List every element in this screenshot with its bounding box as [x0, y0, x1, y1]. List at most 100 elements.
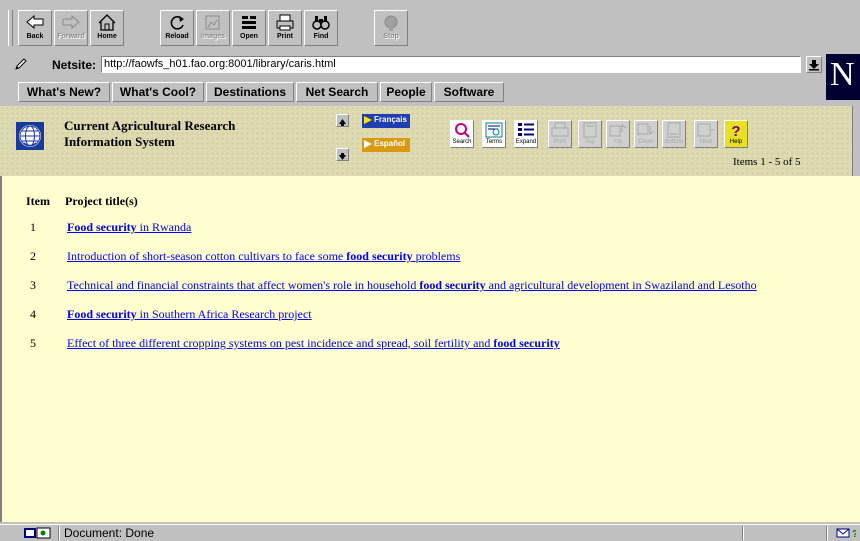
result-item-number: 4	[30, 307, 36, 321]
svg-text:?: ?	[852, 529, 856, 539]
images-label: Images	[200, 33, 226, 40]
forward-arrow-icon	[62, 14, 80, 30]
netscape-logo[interactable]: N	[826, 54, 860, 100]
location-bar: Netsite: http://faowfs_h01.fao.org:8001/…	[0, 54, 860, 76]
down-tool-label: Down	[638, 139, 654, 145]
next-tool-label: Next	[699, 139, 713, 145]
espanol-button[interactable]: Español	[362, 138, 410, 152]
svg-text:?: ?	[731, 123, 740, 138]
header-scrollbar[interactable]	[852, 106, 860, 176]
print-button[interactable]: Print	[268, 10, 302, 46]
url-input[interactable]: http://faowfs_h01.fao.org:8001/library/c…	[101, 56, 801, 73]
bookmark-pencil-icon[interactable]	[14, 57, 28, 71]
toolbar-grip[interactable]	[8, 10, 13, 46]
expand-tool-label: Expand	[515, 139, 537, 145]
print-tool-button[interactable]: Print	[548, 120, 572, 148]
highlighted-search-term: security	[371, 249, 413, 263]
result-title-link[interactable]: Effect of three different cropping syste…	[67, 336, 560, 351]
url-dropdown-button[interactable]	[806, 56, 822, 73]
highlighted-search-term: food	[419, 278, 442, 292]
whats-cool-button[interactable]: What's Cool?	[112, 82, 204, 102]
images-icon	[205, 15, 220, 30]
home-button[interactable]: Home	[90, 10, 124, 46]
next-icon	[697, 123, 714, 137]
netscape-n-glyph: N	[830, 56, 855, 93]
bottom-tool-label: Bottom	[664, 139, 684, 145]
result-title-link[interactable]: Food security in Rwanda	[67, 220, 191, 235]
people-button[interactable]: People	[380, 82, 432, 102]
stop-label: Stop	[383, 33, 399, 40]
netsite-label: Netsite:	[52, 58, 97, 72]
title-scroll-down-button[interactable]	[336, 148, 349, 161]
top-tool-button[interactable]: Top	[578, 120, 602, 148]
highlighted-search-term: Food	[67, 220, 94, 234]
down-arrow-icon	[339, 153, 346, 160]
open-button[interactable]: Open	[232, 10, 266, 46]
navigation-toolbar: Back Forward Home Reload Images Open Pri…	[0, 0, 860, 50]
highlighted-search-term: security	[445, 278, 486, 292]
up-tool-button[interactable]: Up	[606, 120, 630, 148]
images-button[interactable]: Images	[196, 10, 230, 46]
result-title-text: problems	[412, 249, 461, 263]
security-key-icon[interactable]	[24, 527, 52, 539]
open-icon	[242, 16, 256, 29]
search-tool-label: Search	[452, 139, 472, 145]
software-button[interactable]: Software	[434, 82, 504, 102]
print-icon	[276, 14, 294, 31]
help-icon: ?	[731, 123, 740, 138]
net-search-button[interactable]: Net Search	[296, 82, 378, 102]
forward-button[interactable]: Forward	[54, 10, 88, 46]
result-title-link[interactable]: Food security in Southern Africa Researc…	[67, 307, 312, 322]
top-tool-label: Top	[585, 139, 595, 145]
next-tool-button[interactable]: Next	[694, 120, 718, 148]
fao-globe-logo-icon[interactable]	[16, 122, 44, 150]
terms-tool-button[interactable]: Terms	[482, 120, 506, 148]
reload-label: Reload	[165, 33, 189, 40]
expand-tool-button[interactable]: Expand	[514, 120, 538, 148]
search-tool-button[interactable]: Search	[450, 120, 474, 148]
results-frame: Item Project title(s) 1 Food security in …	[0, 176, 860, 522]
result-title-text: and agricultural development in Swazilan…	[485, 278, 757, 292]
print-icon	[551, 122, 569, 137]
stop-button[interactable]: Stop	[374, 10, 408, 46]
terms-tool-label: Terms	[485, 139, 503, 145]
result-title-link[interactable]: Technical and financial constraints that…	[67, 278, 757, 293]
mail-icon[interactable]: ?	[836, 527, 856, 539]
status-text: Document: Done	[64, 526, 155, 540]
highlighted-search-term: security	[519, 336, 560, 350]
item-column-header: Item	[26, 194, 50, 208]
terms-icon	[485, 122, 503, 138]
stop-icon	[384, 15, 398, 31]
result-item-number: 3	[30, 278, 36, 292]
reload-button[interactable]: Reload	[160, 10, 194, 46]
status-bar: Document: Done ?	[0, 524, 860, 541]
status-divider	[58, 526, 60, 540]
help-tool-button[interactable]: ? Help	[724, 120, 748, 148]
francais-button[interactable]: Français	[362, 114, 410, 128]
destinations-button[interactable]: Destinations	[206, 82, 294, 102]
highlighted-search-term: food	[493, 336, 517, 350]
whats-new-button[interactable]: What's New?	[18, 82, 110, 102]
result-title-text: Effect of three different cropping syste…	[67, 336, 494, 350]
up-tool-label: Up	[614, 139, 622, 145]
help-tool-label: Help	[729, 139, 743, 145]
result-title-link[interactable]: Introduction of short-season cotton cult…	[67, 249, 460, 264]
result-item-number: 5	[30, 336, 36, 350]
result-title-text: in Rwanda	[136, 220, 192, 234]
result-item-number: 2	[30, 249, 36, 263]
find-icon	[312, 16, 330, 30]
title-scroll-up-button[interactable]	[336, 114, 349, 127]
search-magnifier-icon	[455, 123, 470, 138]
directory-buttons-bar: What's New? What's Cool? Destinations Ne…	[0, 80, 826, 104]
find-button[interactable]: Find	[304, 10, 338, 46]
result-item-number: 1	[30, 220, 36, 234]
caris-header-frame: Current Agricultural Research Informatio…	[0, 106, 860, 176]
down-tool-button[interactable]: Down	[634, 120, 658, 148]
site-title-line2: Information System	[64, 134, 175, 149]
bottom-tool-button[interactable]: Bottom	[662, 120, 686, 148]
result-title-text: Technical and financial constraints that…	[67, 278, 420, 292]
back-button[interactable]: Back	[18, 10, 52, 46]
result-title-text: in Southern Africa Research project	[136, 307, 312, 321]
find-label: Find	[313, 33, 329, 40]
open-label: Open	[240, 33, 258, 40]
